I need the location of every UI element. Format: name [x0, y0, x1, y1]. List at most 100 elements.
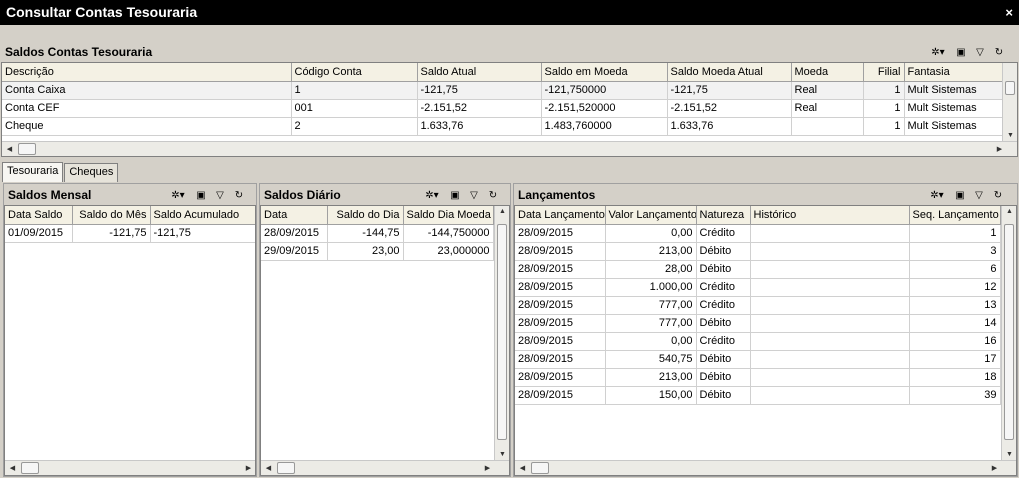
scrollbar-thumb[interactable]	[531, 462, 549, 474]
table-row[interactable]: 28/09/2015 540,75 Débito 17	[515, 350, 1001, 369]
scroll-right-icon[interactable]: ▶	[992, 145, 1007, 153]
table-cell: 1	[863, 81, 905, 100]
columns-chooser-icon[interactable]: ✲▾	[422, 190, 442, 202]
table-row[interactable]: 28/09/2015 0,00 Crédito 1	[515, 224, 1001, 243]
column-header[interactable]: Saldo Atual	[417, 63, 542, 82]
table-row[interactable]: 28/09/2015 213,00 Débito 18	[515, 368, 1001, 387]
column-header[interactable]: Saldo em Moeda	[541, 63, 668, 82]
column-header[interactable]: Saldo Acumulado	[150, 206, 255, 225]
table-cell: 13	[909, 296, 1001, 315]
table-cell: 01/09/2015	[5, 224, 73, 243]
column-header[interactable]: Saldo Moeda Atual	[667, 63, 792, 82]
horizontal-scrollbar[interactable]: ◀ ▶	[5, 460, 255, 475]
table-cell: Cheque	[2, 117, 292, 136]
export-icon[interactable]: ▣	[449, 190, 461, 202]
column-header[interactable]: Data	[261, 206, 328, 225]
scrollbar-thumb[interactable]	[1004, 224, 1014, 440]
scrollbar-thumb[interactable]	[1005, 81, 1015, 95]
vertical-scrollbar[interactable]: ▲ ▼	[1001, 206, 1016, 460]
column-header[interactable]: Histórico	[750, 206, 910, 225]
scrollbar-thumb[interactable]	[277, 462, 295, 474]
table-row[interactable]: 28/09/2015 150,00 Débito 39	[515, 386, 1001, 405]
export-icon[interactable]: ▣	[954, 190, 966, 202]
table-row[interactable]: 28/09/2015 777,00 Crédito 13	[515, 296, 1001, 315]
horizontal-scrollbar[interactable]: ◀ ▶	[2, 141, 1017, 156]
scroll-right-icon[interactable]: ▶	[480, 464, 495, 472]
tab-cheques[interactable]: Cheques	[64, 163, 119, 182]
table-cell: 777,00	[605, 296, 697, 315]
scrollbar-thumb[interactable]	[18, 143, 36, 155]
column-header[interactable]: Código Conta	[291, 63, 418, 82]
table-cell: 28/09/2015	[261, 224, 328, 243]
column-header[interactable]: Data Lançamento	[515, 206, 606, 225]
scroll-down-icon[interactable]: ▼	[1003, 132, 1017, 139]
table-cell: -121,75	[667, 81, 792, 100]
filter-icon[interactable]: ▽	[214, 190, 226, 202]
refresh-icon[interactable]: ↻	[993, 47, 1005, 59]
column-header[interactable]: Descrição	[2, 63, 292, 82]
scroll-right-icon[interactable]: ▶	[987, 464, 1002, 472]
column-header[interactable]: Fantasia	[904, 63, 1004, 82]
column-header[interactable]: Filial	[863, 63, 905, 82]
column-header[interactable]: Natureza	[696, 206, 751, 225]
table-row[interactable]: 28/09/2015 -144,75 -144,750000	[261, 224, 494, 243]
table-cell: 1.483,760000	[541, 117, 668, 136]
table-row[interactable]: 01/09/2015 -121,75 -121,75	[5, 224, 255, 243]
table-cell	[791, 117, 864, 136]
panel-title-saldos-mensal: Saldos Mensal	[8, 188, 92, 202]
refresh-icon[interactable]: ↻	[487, 190, 499, 202]
table-cell: 28/09/2015	[515, 386, 606, 405]
table-row[interactable]: Cheque 2 1.633,76 1.483,760000 1.633,76 1 Mult…	[2, 117, 1004, 136]
tab-strip: Tesouraria Cheques	[2, 162, 119, 183]
panel-lancamentos: Lançamentos ✲▾ ▣ ▽ ↻ Data Lançamento Valo…	[513, 183, 1018, 477]
scroll-up-icon[interactable]: ▲	[495, 208, 509, 215]
scroll-left-icon[interactable]: ◀	[261, 464, 276, 472]
scrollbar-thumb[interactable]	[21, 462, 39, 474]
columns-chooser-icon[interactable]: ✲▾	[928, 47, 948, 59]
column-header[interactable]: Valor Lançamento	[605, 206, 697, 225]
table-row[interactable]: 28/09/2015 28,00 Débito 6	[515, 260, 1001, 279]
vertical-scrollbar[interactable]: ▼	[1002, 63, 1017, 141]
filter-icon[interactable]: ▽	[468, 190, 480, 202]
scrollbar-thumb[interactable]	[497, 224, 507, 440]
table-row[interactable]: 28/09/2015 213,00 Débito 3	[515, 242, 1001, 261]
horizontal-scrollbar[interactable]: ◀ ▶	[261, 460, 509, 475]
table-row[interactable]: 28/09/2015 777,00 Débito 14	[515, 314, 1001, 333]
table-cell: -121,75	[72, 224, 151, 243]
columns-chooser-icon[interactable]: ✲▾	[168, 190, 188, 202]
export-icon[interactable]: ▣	[195, 190, 207, 202]
scroll-right-icon[interactable]: ▶	[241, 464, 255, 472]
close-icon[interactable]: ×	[1005, 0, 1013, 25]
tab-tesouraria[interactable]: Tesouraria	[2, 162, 64, 182]
scroll-up-icon[interactable]: ▲	[1002, 208, 1016, 215]
column-header[interactable]: Data Saldo	[5, 206, 73, 225]
table-cell: Mult Sistemas	[904, 99, 1004, 118]
column-header[interactable]: Moeda	[791, 63, 864, 82]
columns-chooser-icon[interactable]: ✲▾	[927, 190, 947, 202]
column-header[interactable]: Saldo Dia Moeda	[403, 206, 494, 225]
scroll-left-icon[interactable]: ◀	[515, 464, 530, 472]
table-row[interactable]: Conta Caixa 1 -121,75 -121,750000 -121,75 Rea…	[2, 81, 1004, 100]
scroll-left-icon[interactable]: ◀	[2, 145, 17, 153]
column-header[interactable]: Saldo do Dia	[327, 206, 404, 225]
scroll-left-icon[interactable]: ◀	[5, 464, 20, 472]
column-header[interactable]: Seq. Lançamento	[909, 206, 1001, 225]
table-cell: -2.151,520000	[541, 99, 668, 118]
horizontal-scrollbar[interactable]: ◀ ▶	[515, 460, 1016, 475]
scroll-down-icon[interactable]: ▼	[495, 451, 509, 458]
filter-icon[interactable]: ▽	[974, 47, 986, 59]
filter-icon[interactable]: ▽	[973, 190, 985, 202]
export-icon[interactable]: ▣	[955, 47, 967, 59]
column-header[interactable]: Saldo do Mês	[72, 206, 151, 225]
scroll-down-icon[interactable]: ▼	[1002, 451, 1016, 458]
vertical-scrollbar[interactable]: ▲ ▼	[494, 206, 509, 460]
table-cell: 213,00	[605, 368, 697, 387]
refresh-icon[interactable]: ↻	[233, 190, 245, 202]
table-row[interactable]: 28/09/2015 1.000,00 Crédito 12	[515, 278, 1001, 297]
table-row[interactable]: 28/09/2015 0,00 Crédito 16	[515, 332, 1001, 351]
table-row[interactable]: Conta CEF 001 -2.151,52 -2.151,520000 -2.151…	[2, 99, 1004, 118]
table-row[interactable]: 29/09/2015 23,00 23,000000	[261, 242, 494, 261]
refresh-icon[interactable]: ↻	[992, 190, 1004, 202]
table-cell: 28/09/2015	[515, 242, 606, 261]
table-cell: Real	[791, 99, 864, 118]
